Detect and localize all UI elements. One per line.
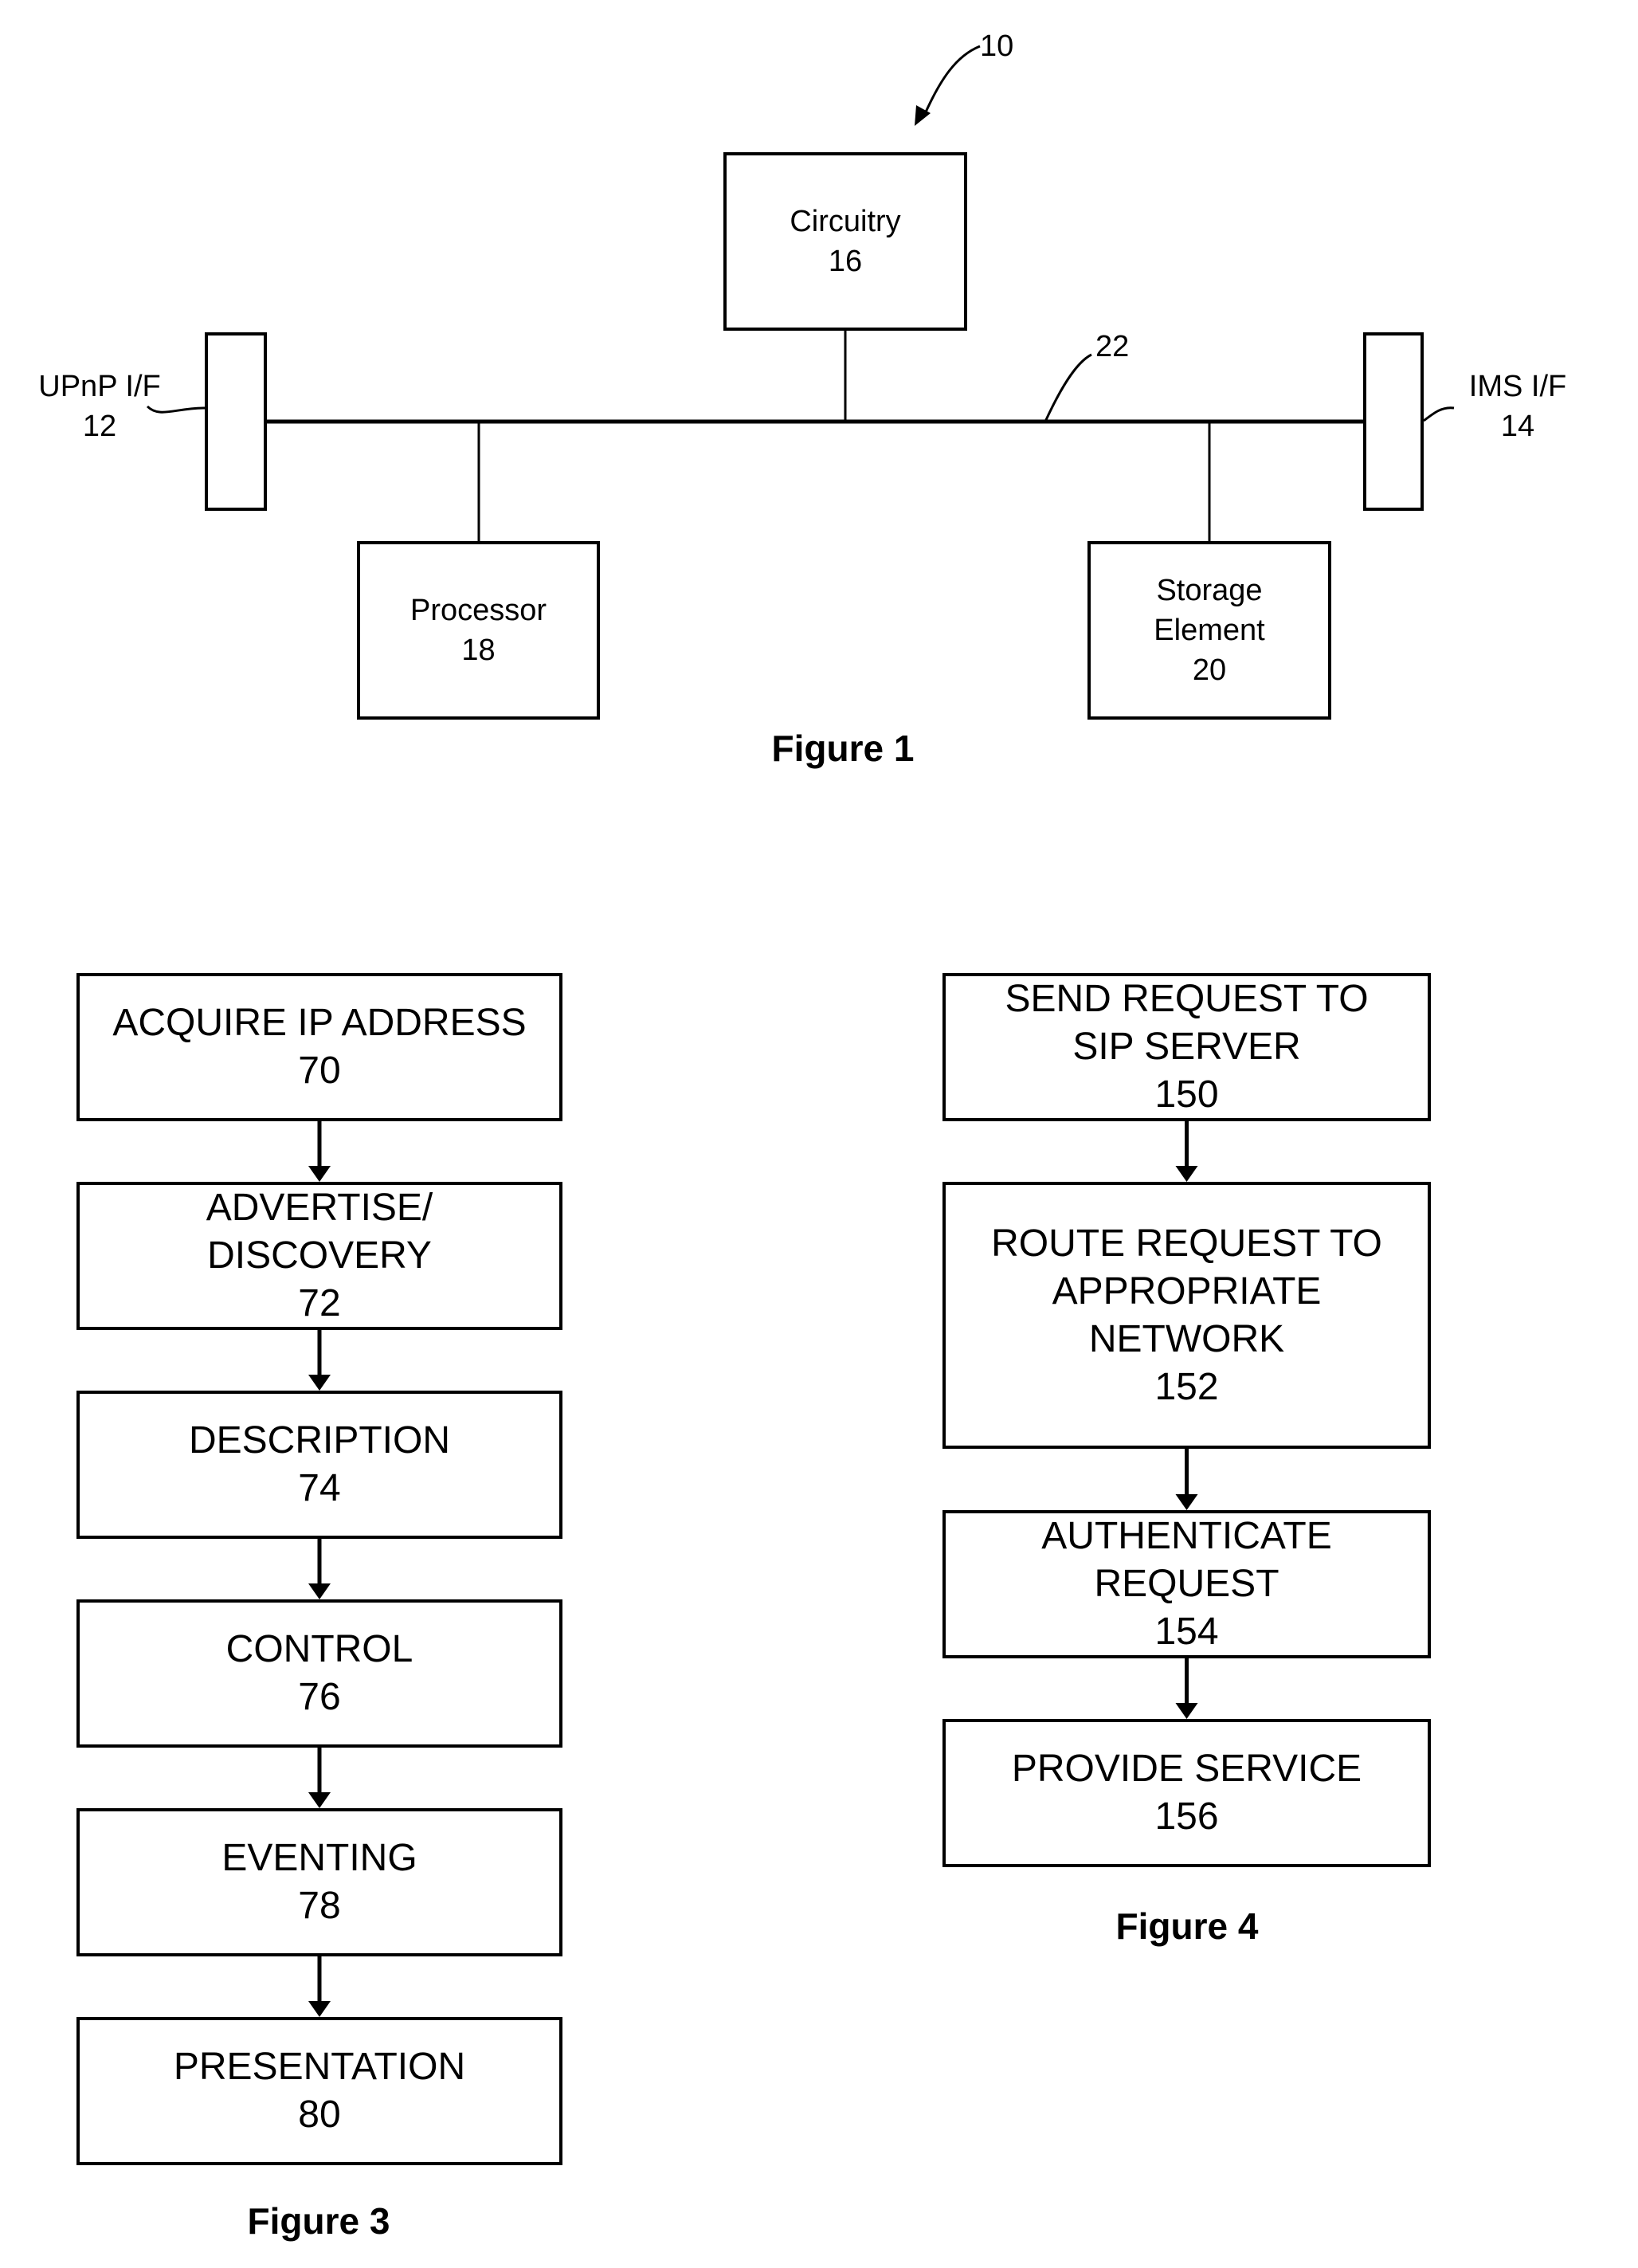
figure3-arrowhead-icon-1 (308, 1375, 331, 1391)
figure3-arrowhead-icon-4 (308, 2001, 331, 2017)
figure4-arrowhead-icon-2 (1175, 1703, 1198, 1719)
figure3-arrowhead-icon-0 (308, 1166, 331, 1182)
flow-arrows (308, 1121, 1198, 2017)
figure3-arrowhead-icon-3 (308, 1792, 331, 1808)
figure3-arrowhead-icon-2 (308, 1583, 331, 1599)
figure4-arrowhead-icon-1 (1175, 1494, 1198, 1510)
figure4-arrowhead-icon-0 (1175, 1166, 1198, 1182)
